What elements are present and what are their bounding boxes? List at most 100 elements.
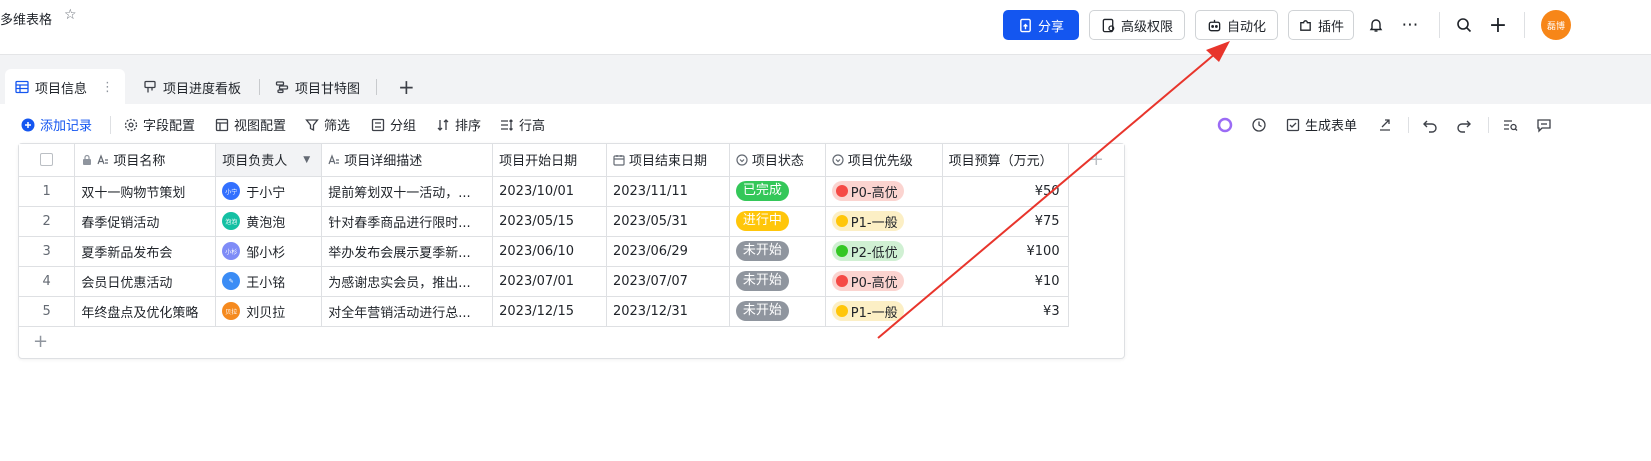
column-label: 项目优先级 [847,154,913,169]
column-header-description[interactable]: 项目详细描述 [321,144,494,177]
cell-start-date[interactable]: 2023/07/01 [492,266,607,297]
cell-owner[interactable]: 小杉 邹小杉 [215,236,323,267]
cell-owner[interactable]: 泡泡 黄泡泡 [215,206,323,237]
user-avatar[interactable]: 磊博 [1541,10,1571,40]
kanban-icon [144,80,156,93]
cell-description[interactable]: 对全年营销活动进行总... [321,296,494,327]
field-config-button[interactable]: 字段配置 [124,115,195,134]
sort-button[interactable]: 排序 [436,115,481,134]
cell-project-name[interactable]: 会员日优惠活动 [74,266,217,297]
cell-priority[interactable]: P1-一般 [825,296,943,327]
owner-name: 黄泡泡 [246,215,286,231]
column-header-name[interactable]: 项目名称 [74,144,217,177]
gear-icon [124,118,138,131]
search-icon[interactable] [1453,14,1475,36]
cell-owner[interactable]: 小宁 于小宁 [215,176,323,207]
tab-label: 项目信息 [35,81,88,97]
column-label: 项目负责人 [222,154,288,170]
column-label: 项目状态 [751,154,804,169]
ai-assistant-icon[interactable] [1217,117,1233,133]
cell-budget[interactable]: ¥10 [942,266,1069,297]
cell-end-date[interactable]: 2023/05/31 [606,206,730,237]
column-label: 项目详细描述 [344,154,423,169]
cell-budget[interactable]: ¥3 [942,296,1069,327]
table-row[interactable]: 4 会员日优惠活动 ✎ 王小铭 为感谢忠实会员，推出... 2023/07/01 2023/… [19,266,1124,297]
view-config-button[interactable]: 视图配置 [215,115,286,134]
cell-description[interactable]: 举办发布会展示夏季新... [321,236,494,267]
cell-status[interactable]: 已完成 [729,176,826,207]
advanced-permission-button[interactable]: 高级权限 [1089,10,1185,40]
history-icon[interactable] [1251,117,1267,133]
find-icon[interactable] [1502,117,1518,133]
cell-project-name[interactable]: 春季促销活动 [74,206,217,237]
column-header-owner[interactable]: 项目负责人 ▼ [215,144,323,177]
share-button[interactable]: 分享 [1003,10,1079,40]
caret-down-icon[interactable]: ▼ [303,155,310,165]
cell-description[interactable]: 为感谢忠实会员，推出... [321,266,494,297]
cell-status[interactable]: 未开始 [729,296,826,327]
tab-kanban[interactable]: 项目进度看板 [133,69,251,105]
star-icon[interactable]: ☆ [64,7,77,23]
filter-button[interactable]: 筛选 [305,115,350,134]
row-height-button[interactable]: 行高 [500,115,545,134]
column-header-budget[interactable]: 项目预算（万元） [942,144,1069,177]
row-height-label: 行高 [519,119,546,134]
cell-owner[interactable]: 贝拉 刘贝拉 [215,296,323,327]
table-row[interactable]: 3 夏季新品发布会 小杉 邹小杉 举办发布会展示夏季新... 2023/06/10 2023… [19,236,1124,267]
filter-icon [305,118,319,131]
cell-owner[interactable]: ✎ 王小铭 [215,266,323,297]
cell-description[interactable]: 针对春季商品进行限时... [321,206,494,237]
automation-button[interactable]: 自动化 [1195,10,1278,40]
comment-icon[interactable] [1536,117,1552,133]
table-row[interactable]: 1 双十一购物节策划 小宁 于小宁 提前筹划双十一活动，... 2023/10/01 202… [19,176,1124,207]
table-row[interactable]: 5 年终盘点及优化策略 贝拉 刘贝拉 对全年营销活动进行总... 2023/12/15 20… [19,296,1124,327]
cell-start-date[interactable]: 2023/05/15 [492,206,607,237]
undo-icon[interactable] [1422,117,1438,133]
column-header-end-date[interactable]: 项目结束日期 [606,144,730,177]
cell-end-date[interactable]: 2023/07/07 [606,266,730,297]
cell-priority[interactable]: P1-一般 [825,206,943,237]
cell-start-date[interactable]: 2023/06/10 [492,236,607,267]
redo-icon[interactable] [1456,117,1472,133]
cell-end-date[interactable]: 2023/06/29 [606,236,730,267]
tab-gantt[interactable]: 项目甘特图 [265,69,370,105]
generate-form-button[interactable]: 生成表单 [1286,115,1357,134]
cell-status[interactable]: 未开始 [729,236,826,267]
bell-icon[interactable] [1365,14,1387,36]
table-row[interactable]: 2 春季促销活动 泡泡 黄泡泡 针对春季商品进行限时... 2023/05/15 2023/… [19,206,1124,237]
add-record-button[interactable]: 添加记录 [21,115,92,134]
cell-project-name[interactable]: 年终盘点及优化策略 [74,296,217,327]
more-icon[interactable]: ⋯ [1399,14,1421,36]
cell-project-name[interactable]: 双十一购物节策划 [74,176,217,207]
data-grid: 项目名称 项目负责人 ▼ 项目详细描述 项目开始日期 项目结束日期 项目状态 项目… [18,143,1125,359]
cell-description[interactable]: 提前筹划双十一活动，... [321,176,494,207]
cell-start-date[interactable]: 2023/10/01 [492,176,607,207]
tab-more-icon[interactable]: ⋮ [101,80,114,95]
text-field-icon [97,153,109,164]
plus-icon[interactable]: + [1487,13,1509,38]
add-row-icon[interactable]: + [33,331,48,352]
column-header-priority[interactable]: 项目优先级 [825,144,943,177]
column-header-start-date[interactable]: 项目开始日期 [492,144,607,177]
cell-start-date[interactable]: 2023/12/15 [492,296,607,327]
cell-project-name[interactable]: 夏季新品发布会 [74,236,217,267]
select-all-checkbox[interactable] [19,144,76,177]
cell-priority[interactable]: P2-低优 [825,236,943,267]
plugin-button[interactable]: 插件 [1288,10,1354,40]
cell-end-date[interactable]: 2023/12/31 [606,296,730,327]
share-link-icon[interactable] [1377,117,1393,133]
tab-project-info[interactable]: 项目信息 ⋮ [5,69,125,105]
cell-end-date[interactable]: 2023/11/11 [606,176,730,207]
cell-status[interactable]: 未开始 [729,266,826,297]
cell-status[interactable]: 进行中 [729,206,826,237]
add-column-icon[interactable]: + [1068,144,1124,177]
group-button[interactable]: 分组 [371,115,416,134]
cell-budget[interactable]: ¥50 [942,176,1069,207]
cell-budget[interactable]: ¥75 [942,206,1069,237]
add-view-icon[interactable]: + [388,69,425,105]
cell-priority[interactable]: P0-高优 [825,266,943,297]
cell-budget[interactable]: ¥100 [942,236,1069,267]
column-header-status[interactable]: 项目状态 [729,144,826,177]
priority-badge: P2-低优 [831,241,904,261]
cell-priority[interactable]: P0-高优 [825,176,943,207]
